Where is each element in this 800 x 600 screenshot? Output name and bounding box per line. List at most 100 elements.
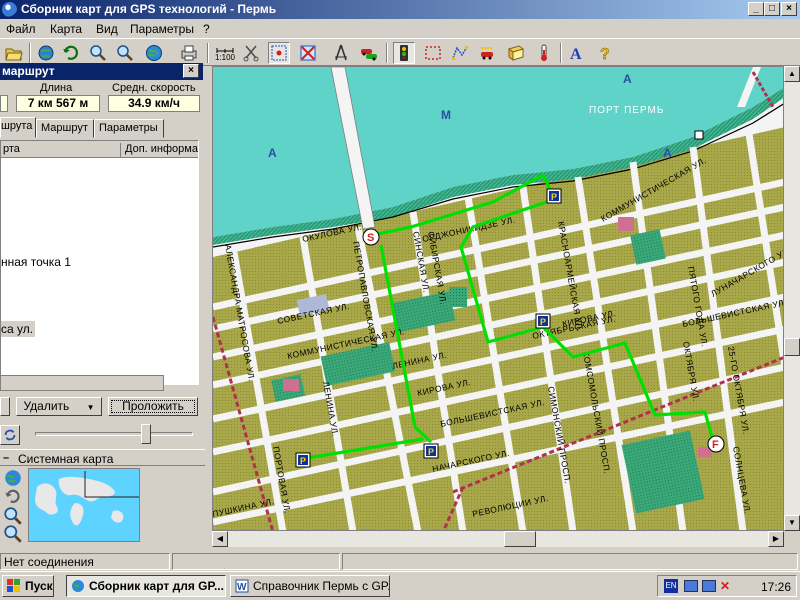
traffic-light-icon[interactable] xyxy=(393,42,415,64)
collapse-icon[interactable]: – xyxy=(3,452,9,464)
water-label: М xyxy=(441,108,451,122)
toolbar: 1:100 A ? xyxy=(0,38,800,66)
tab-route[interactable]: Маршрут xyxy=(36,119,94,138)
globe-small-icon[interactable] xyxy=(3,468,23,488)
left-arrow-button[interactable] xyxy=(0,397,10,416)
task-label: Справочник Пермь с GP... xyxy=(253,579,390,593)
svg-text:P: P xyxy=(300,456,306,466)
status-cell-3 xyxy=(342,553,798,570)
system-map-panel xyxy=(0,466,205,546)
tab-parameters[interactable]: Параметры xyxy=(94,119,164,138)
column-header-info[interactable]: Доп. информа xyxy=(125,143,199,157)
network-icon[interactable] xyxy=(684,580,698,592)
avg-speed-label: Средн. скорость xyxy=(112,82,196,94)
water-label: А xyxy=(623,72,632,86)
speed-slider-thumb[interactable] xyxy=(141,424,151,444)
route-marker-start: S xyxy=(362,228,380,246)
tab-route-points[interactable]: шрута xyxy=(0,117,36,138)
language-indicator[interactable]: EN xyxy=(664,579,678,593)
city-map[interactable]: А М А А ПОРТ ПЕРМЬ АЛЕКСАНДРА МАТРОСОВА … xyxy=(212,66,784,531)
task-directory-perm[interactable]: W Справочник Пермь с GP... xyxy=(230,575,390,597)
svg-text:?: ? xyxy=(600,46,610,62)
route-panel-title: маршрут × xyxy=(0,63,203,80)
system-tray: EN ✕ 17:26 xyxy=(657,575,797,597)
app-globe-icon xyxy=(2,2,17,17)
target-icon[interactable] xyxy=(268,42,290,64)
start-button[interactable]: Пуск xyxy=(2,575,54,597)
connection-status: Нет соединения xyxy=(0,553,170,570)
cross-out-icon[interactable] xyxy=(297,42,319,64)
scroll-right-button[interactable]: ▶ xyxy=(768,531,784,547)
list-item[interactable]: са ул. xyxy=(1,321,35,337)
text-font-icon[interactable]: A xyxy=(566,42,588,64)
map-horizontal-scrollbar[interactable]: ◀ ▶ xyxy=(212,531,784,547)
route-marker-waypoint: P xyxy=(295,452,311,468)
select-rect-icon[interactable] xyxy=(422,42,444,64)
print-icon[interactable] xyxy=(178,42,200,64)
svg-text:S: S xyxy=(367,232,374,244)
menu-help[interactable]: ? xyxy=(203,22,210,36)
menu-map[interactable]: Карта xyxy=(50,22,82,36)
list-hscroll[interactable] xyxy=(0,375,164,391)
water-label: А xyxy=(663,146,672,160)
horizontal-scroll-thumb[interactable] xyxy=(504,531,536,547)
globe-icon[interactable] xyxy=(143,42,165,64)
scissors-icon[interactable] xyxy=(240,42,262,64)
svg-text:F: F xyxy=(712,439,719,451)
map-vertical-scrollbar[interactable]: ▲ ▼ xyxy=(784,66,800,531)
vertical-scroll-thumb[interactable] xyxy=(784,338,800,356)
delete-button[interactable]: Удалить ▼ xyxy=(16,397,102,416)
select-polyline-icon[interactable] xyxy=(449,42,471,64)
close-button[interactable]: × xyxy=(781,2,797,16)
taskbar: Пуск Сборник карт для GP... W Справочник… xyxy=(0,571,800,600)
car-route-icon[interactable] xyxy=(476,42,498,64)
cars-icon[interactable] xyxy=(358,42,380,64)
zoom-out-small-icon[interactable] xyxy=(3,524,23,544)
water-label: А xyxy=(268,146,277,160)
start-label: Пуск xyxy=(25,579,53,593)
minimize-button[interactable]: _ xyxy=(748,2,764,16)
scale-display[interactable]: 1:100 xyxy=(212,42,238,64)
lay-route-button[interactable]: Проложить xyxy=(108,397,198,416)
alert-icon[interactable]: ✕ xyxy=(720,580,734,592)
undo-icon[interactable] xyxy=(60,42,82,64)
route-panel-close-button[interactable]: × xyxy=(183,64,199,78)
globe-task-icon xyxy=(72,580,84,592)
world-overview-map[interactable] xyxy=(28,468,140,542)
open-folder-icon[interactable] xyxy=(3,42,25,64)
thermometer-icon[interactable] xyxy=(533,42,555,64)
column-header-point[interactable]: рта xyxy=(3,143,121,157)
zoom-in-small-icon[interactable] xyxy=(3,506,23,526)
network-icon-2[interactable] xyxy=(702,580,716,592)
speed-slider-track[interactable] xyxy=(35,432,193,436)
undo-small-icon[interactable] xyxy=(3,487,23,507)
zoom-out-icon[interactable] xyxy=(114,42,136,64)
route-panel: маршрут × Длина Средн. скорость 7 км 567… xyxy=(0,63,205,448)
zoom-in-icon[interactable] xyxy=(87,42,109,64)
port-marker xyxy=(694,130,704,140)
route-tabs: шрута Маршрут Параметры xyxy=(0,117,205,139)
menu-file[interactable]: Файл xyxy=(6,22,36,36)
route-marker-waypoint: P xyxy=(546,188,562,204)
book-icon[interactable] xyxy=(505,42,527,64)
clock: 17:26 xyxy=(761,580,792,594)
scroll-up-button[interactable]: ▲ xyxy=(784,66,800,82)
sync-icon[interactable] xyxy=(0,425,20,445)
globe-refresh-icon[interactable] xyxy=(35,42,57,64)
maximize-button[interactable]: □ xyxy=(764,2,780,16)
scroll-down-button[interactable]: ▼ xyxy=(784,515,800,531)
title-bar: Сборник карт для GPS технологий - Пермь … xyxy=(0,0,800,19)
windows-logo-icon xyxy=(7,579,20,592)
length-label: Длина xyxy=(40,82,73,94)
svg-text:P: P xyxy=(428,447,434,457)
help-icon[interactable]: ? xyxy=(594,42,616,64)
compass-icon[interactable] xyxy=(330,42,352,64)
menu-view[interactable]: Вид xyxy=(96,22,118,36)
task-gps-maps[interactable]: Сборник карт для GP... xyxy=(66,575,226,597)
route-points-list: рта Доп. информа нная точка 1 са ул. xyxy=(0,140,199,385)
scroll-left-button[interactable]: ◀ xyxy=(212,531,228,547)
list-item[interactable]: нная точка 1 xyxy=(1,255,71,269)
scale-label: 1:100 xyxy=(214,52,236,62)
menu-parameters[interactable]: Параметры xyxy=(130,22,194,36)
status-bar: Нет соединения xyxy=(0,551,800,571)
